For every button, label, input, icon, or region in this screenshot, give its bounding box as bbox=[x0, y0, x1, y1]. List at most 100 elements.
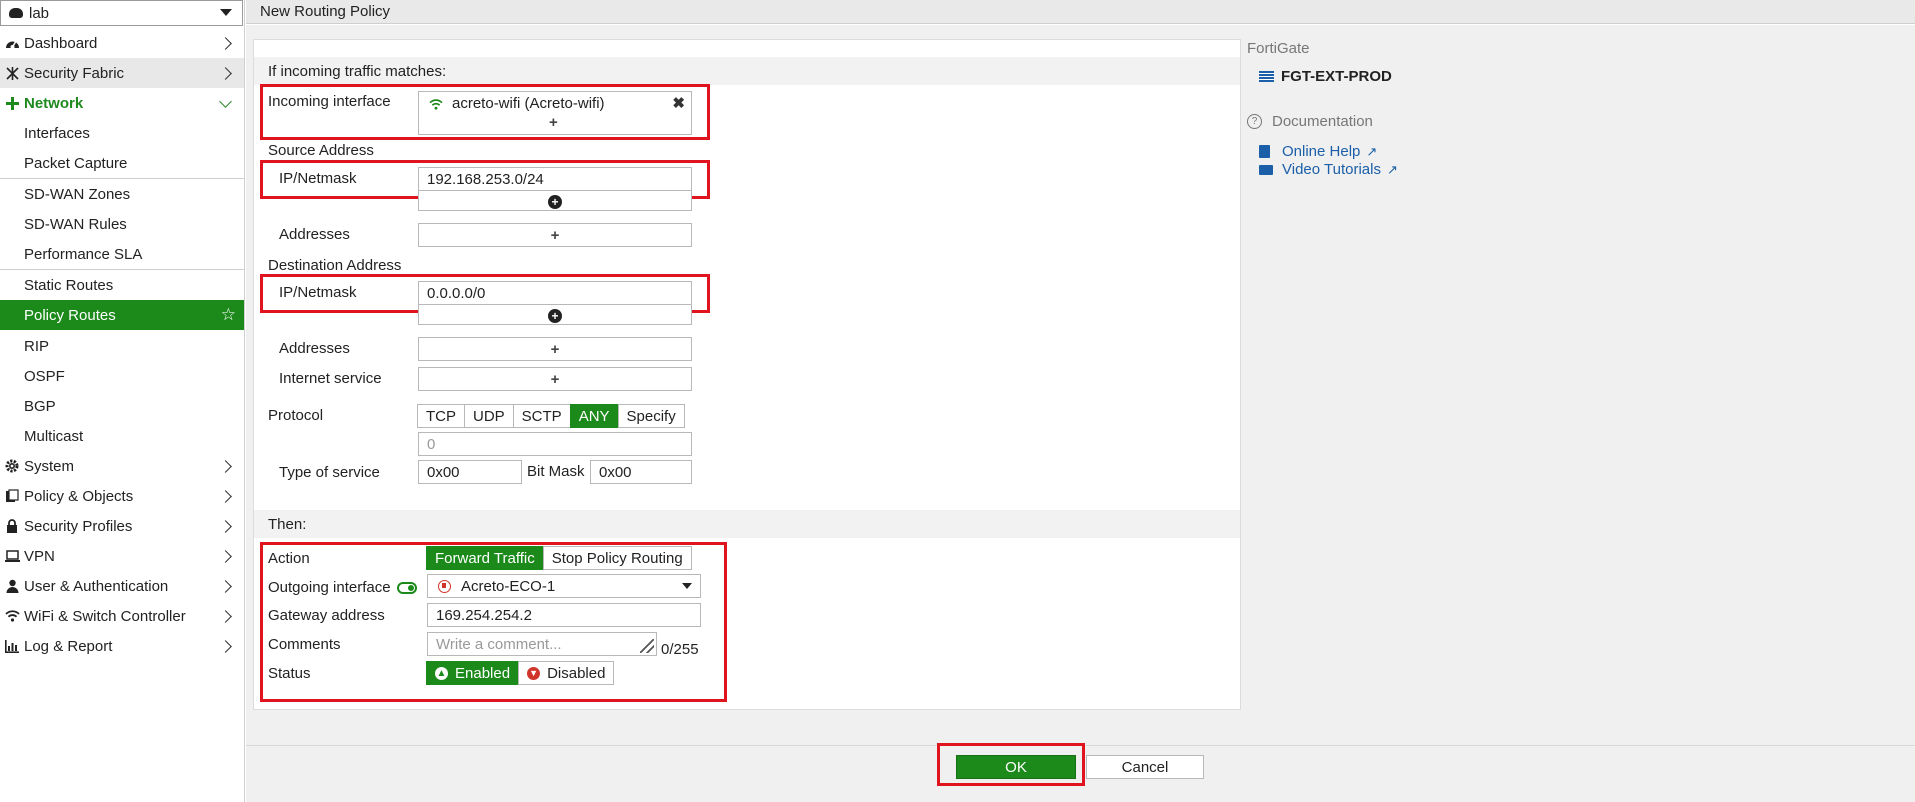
chevron-down-icon bbox=[220, 9, 232, 16]
protocol-number-input[interactable]: 0 bbox=[418, 432, 692, 456]
sidebar-item-label: VPN bbox=[24, 547, 55, 565]
external-link-icon: ↗ bbox=[1386, 161, 1398, 177]
tos-value: 0x00 bbox=[427, 463, 460, 481]
sidebar-item-label: Interfaces bbox=[24, 124, 90, 142]
chevron-right-icon bbox=[219, 639, 232, 653]
help-circle-icon: ? bbox=[1247, 114, 1262, 129]
gear-icon bbox=[4, 459, 20, 473]
page-title: New Routing Policy bbox=[260, 3, 391, 20]
online-help-link[interactable]: Online Help ↗ bbox=[1259, 143, 1377, 160]
sidebar-item-rip[interactable]: RIP bbox=[0, 331, 244, 361]
sidebar-item-sd-wan-rules[interactable]: SD-WAN Rules bbox=[0, 209, 244, 239]
sidebar-item-label: Multicast bbox=[24, 427, 84, 445]
page-header: New Routing Policy bbox=[246, 0, 1915, 24]
vdom-selector[interactable]: lab bbox=[0, 0, 243, 26]
destination-addresses-add[interactable]: + bbox=[418, 337, 692, 361]
protocol-udp[interactable]: UDP bbox=[464, 404, 514, 428]
protocol-number-placeholder: 0 bbox=[427, 435, 436, 453]
routing-policy-form: If incoming traffic matches: Incoming in… bbox=[253, 39, 1241, 710]
sidebar-item-label: Policy & Objects bbox=[24, 487, 134, 505]
online-help-label: Online Help bbox=[1282, 143, 1361, 160]
fortigate-label: FortiGate bbox=[1247, 40, 1310, 57]
source-address-heading: Source Address bbox=[268, 142, 374, 159]
sidebar-item-label: Security Profiles bbox=[24, 517, 133, 535]
device-name: FGT-EXT-PROD bbox=[1281, 68, 1392, 85]
protocol-any[interactable]: ANY bbox=[569, 404, 619, 428]
sidebar-item-wifi-switch[interactable]: WiFi & Switch Controller bbox=[0, 601, 244, 631]
chevron-right-icon bbox=[219, 549, 232, 563]
documentation-heading: ? Documentation bbox=[1247, 113, 1373, 130]
sidebar-item-sd-wan-zones[interactable]: SD-WAN Zones bbox=[0, 179, 244, 209]
cancel-button[interactable]: Cancel bbox=[1086, 755, 1204, 779]
sidebar-item-label: SD-WAN Zones bbox=[24, 185, 131, 203]
bitmask-input[interactable]: 0x00 bbox=[590, 460, 692, 484]
protocol-specify[interactable]: Specify bbox=[617, 404, 685, 428]
sidebar-item-system[interactable]: System bbox=[0, 451, 244, 481]
sidebar-item-policy-routes[interactable]: Policy Routes ☆ bbox=[0, 300, 244, 330]
sidebar-item-user-auth[interactable]: User & Authentication bbox=[0, 571, 244, 601]
sidebar-item-label: Network bbox=[24, 94, 84, 112]
sidebar-item-label: RIP bbox=[24, 337, 50, 355]
tos-input[interactable]: 0x00 bbox=[418, 460, 522, 484]
add-circle-icon[interactable]: + bbox=[548, 309, 562, 323]
sidebar: lab Dashboard Security Fabric Network In… bbox=[0, 0, 245, 802]
star-icon[interactable]: ☆ bbox=[221, 305, 236, 325]
sidebar-item-interfaces[interactable]: Interfaces bbox=[0, 118, 244, 148]
chevron-right-icon bbox=[219, 66, 232, 80]
sidebar-item-label: WiFi & Switch Controller bbox=[24, 607, 186, 625]
sidebar-item-label: System bbox=[24, 457, 75, 475]
sidebar-item-ospf[interactable]: OSPF bbox=[0, 361, 244, 391]
chevron-right-icon bbox=[219, 519, 232, 533]
video-tutorials-link[interactable]: Video Tutorials ↗ bbox=[1259, 161, 1398, 178]
sidebar-item-label: Dashboard bbox=[24, 34, 98, 52]
security-fabric-icon bbox=[4, 66, 20, 81]
sidebar-item-log-report[interactable]: Log & Report bbox=[0, 631, 244, 661]
sidebar-item-label: Policy Routes bbox=[24, 306, 116, 324]
chevron-right-icon bbox=[219, 36, 232, 50]
lock-icon bbox=[4, 519, 20, 533]
chart-icon bbox=[4, 639, 20, 653]
sidebar-item-label: OSPF bbox=[24, 367, 65, 385]
dashboard-icon bbox=[4, 37, 20, 50]
sidebar-item-packet-capture[interactable]: Packet Capture bbox=[0, 148, 244, 178]
protocol-label: Protocol bbox=[268, 407, 324, 424]
sidebar-item-label: BGP bbox=[24, 397, 56, 415]
device-name-row[interactable]: FGT-EXT-PROD bbox=[1259, 68, 1392, 85]
chevron-down-icon bbox=[219, 94, 232, 108]
video-camera-icon bbox=[1259, 164, 1273, 175]
internet-service-label: Internet service bbox=[279, 370, 382, 387]
bitmask-label: Bit Mask bbox=[527, 463, 585, 480]
sidebar-item-security-profiles[interactable]: Security Profiles bbox=[0, 511, 244, 541]
protocol-sctp[interactable]: SCTP bbox=[512, 404, 571, 428]
cloud-icon bbox=[9, 8, 23, 18]
fortigate-device-icon bbox=[1259, 71, 1274, 82]
highlight-box bbox=[260, 542, 727, 702]
sidebar-item-label: User & Authentication bbox=[24, 577, 169, 595]
book-icon bbox=[1259, 145, 1270, 158]
sidebar-item-label: Security Fabric bbox=[24, 64, 125, 82]
sidebar-item-performance-sla[interactable]: Performance SLA bbox=[0, 239, 244, 269]
destination-addresses-label: Addresses bbox=[279, 340, 350, 357]
add-circle-icon[interactable]: + bbox=[548, 195, 562, 209]
source-addresses-add[interactable]: + bbox=[418, 223, 692, 247]
destination-address-heading: Destination Address bbox=[268, 257, 402, 274]
sidebar-item-label: Packet Capture bbox=[24, 154, 128, 172]
source-addresses-label: Addresses bbox=[279, 226, 350, 243]
sidebar-item-network[interactable]: Network bbox=[0, 88, 244, 118]
external-link-icon: ↗ bbox=[1366, 143, 1378, 159]
protocol-tcp[interactable]: TCP bbox=[417, 404, 465, 428]
policy-icon bbox=[4, 489, 20, 503]
chevron-right-icon bbox=[219, 609, 232, 623]
sidebar-item-static-routes[interactable]: Static Routes bbox=[0, 270, 244, 300]
sidebar-item-vpn[interactable]: VPN bbox=[0, 541, 244, 571]
sidebar-item-multicast[interactable]: Multicast bbox=[0, 421, 244, 451]
internet-service-add[interactable]: + bbox=[418, 367, 692, 391]
sidebar-item-bgp[interactable]: BGP bbox=[0, 391, 244, 421]
chevron-right-icon bbox=[219, 579, 232, 593]
sidebar-item-dashboard[interactable]: Dashboard bbox=[0, 28, 244, 58]
sidebar-item-security-fabric[interactable]: Security Fabric bbox=[0, 58, 244, 88]
highlight-box bbox=[260, 84, 710, 140]
then-section-heading: Then: bbox=[254, 510, 1240, 538]
documentation-label: Documentation bbox=[1272, 113, 1373, 130]
sidebar-item-policy-objects[interactable]: Policy & Objects bbox=[0, 481, 244, 511]
